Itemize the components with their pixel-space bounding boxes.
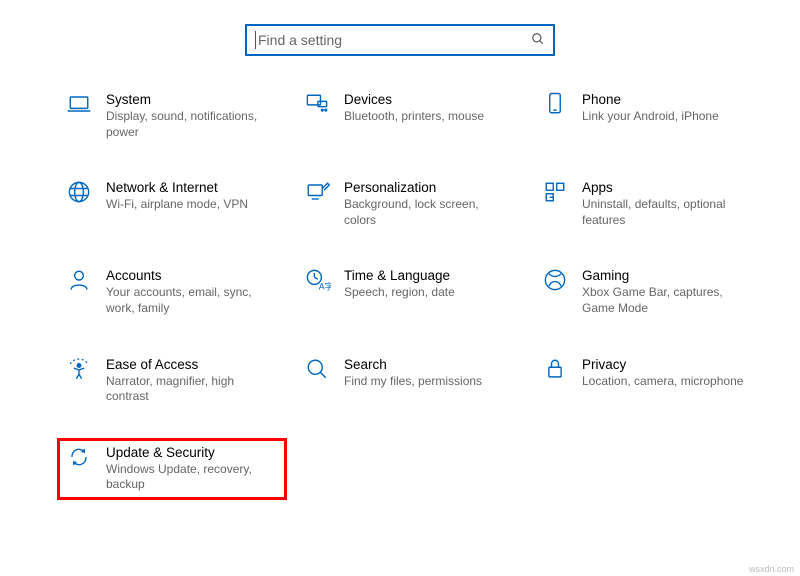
settings-grid: System Display, sound, notifications, po… [0,86,800,499]
tile-text: Time & Language Speech, region, date [344,268,467,301]
tile-text: Personalization Background, lock screen,… [344,180,520,228]
tile-title: Accounts [106,268,270,283]
tile-desc: Location, camera, microphone [582,374,743,390]
tile-search[interactable]: Search Find my files, permissions [296,351,524,411]
tile-title: Ease of Access [106,357,270,372]
search-icon [531,32,545,49]
phone-icon [538,90,572,118]
update-icon [62,443,96,471]
person-icon [62,266,96,294]
globe-icon [62,178,96,206]
tile-title: Privacy [582,357,743,372]
tile-text: System Display, sound, notifications, po… [106,92,282,140]
laptop-icon [62,90,96,118]
devices-icon [300,90,334,118]
tile-network[interactable]: Network & Internet Wi-Fi, airplane mode,… [58,174,286,234]
text-cursor [255,31,256,49]
tile-desc: Narrator, magnifier, high contrast [106,374,270,405]
tile-title: Search [344,357,482,372]
tile-title: System [106,92,270,107]
tile-update-security[interactable]: Update & Security Windows Update, recove… [58,439,286,499]
tile-devices[interactable]: Devices Bluetooth, printers, mouse [296,86,524,146]
tile-time-language[interactable]: A字 Time & Language Speech, region, date [296,262,524,322]
tile-text: Update & Security Windows Update, recove… [106,445,282,493]
tile-text: Devices Bluetooth, printers, mouse [344,92,496,125]
tile-text: Accounts Your accounts, email, sync, wor… [106,268,282,316]
tile-text: Network & Internet Wi-Fi, airplane mode,… [106,180,260,213]
time-language-icon: A字 [300,266,334,294]
search-placeholder: Find a setting [258,32,531,48]
tile-text: Gaming Xbox Game Bar, captures, Game Mod… [582,268,758,316]
tile-title: Gaming [582,268,746,283]
tile-title: Personalization [344,180,508,195]
ease-of-access-icon [62,355,96,383]
tile-title: Network & Internet [106,180,248,195]
tile-privacy[interactable]: Privacy Location, camera, microphone [534,351,762,411]
tile-title: Phone [582,92,719,107]
watermark: wsxdn.com [749,564,794,574]
tile-system[interactable]: System Display, sound, notifications, po… [58,86,286,146]
tile-desc: Windows Update, recovery, backup [106,462,270,493]
lock-icon [538,355,572,383]
tile-title: Apps [582,180,746,195]
tile-desc: Bluetooth, printers, mouse [344,109,484,125]
tile-title: Devices [344,92,484,107]
tile-desc: Your accounts, email, sync, work, family [106,285,270,316]
tile-desc: Link your Android, iPhone [582,109,719,125]
tile-apps[interactable]: Apps Uninstall, defaults, optional featu… [534,174,762,234]
tile-desc: Find my files, permissions [344,374,482,390]
tile-text: Privacy Location, camera, microphone [582,357,755,390]
tile-desc: Xbox Game Bar, captures, Game Mode [582,285,746,316]
tile-gaming[interactable]: Gaming Xbox Game Bar, captures, Game Mod… [534,262,762,322]
tile-accounts[interactable]: Accounts Your accounts, email, sync, wor… [58,262,286,322]
search-bar-container: Find a setting [0,0,800,86]
search-input[interactable]: Find a setting [245,24,555,56]
xbox-icon [538,266,572,294]
tile-text: Apps Uninstall, defaults, optional featu… [582,180,758,228]
tile-text: Ease of Access Narrator, magnifier, high… [106,357,282,405]
tile-text: Phone Link your Android, iPhone [582,92,731,125]
tile-desc: Uninstall, defaults, optional features [582,197,746,228]
tile-desc: Speech, region, date [344,285,455,301]
paint-icon [300,178,334,206]
tile-title: Time & Language [344,268,455,283]
tile-title: Update & Security [106,445,270,460]
tile-desc: Display, sound, notifications, power [106,109,270,140]
apps-icon [538,178,572,206]
tile-desc: Wi-Fi, airplane mode, VPN [106,197,248,213]
tile-phone[interactable]: Phone Link your Android, iPhone [534,86,762,146]
tile-text: Search Find my files, permissions [344,357,494,390]
tile-personalization[interactable]: Personalization Background, lock screen,… [296,174,524,234]
tile-ease-of-access[interactable]: Ease of Access Narrator, magnifier, high… [58,351,286,411]
magnifier-icon [300,355,334,383]
svg-text:A字: A字 [319,281,331,292]
tile-desc: Background, lock screen, colors [344,197,508,228]
